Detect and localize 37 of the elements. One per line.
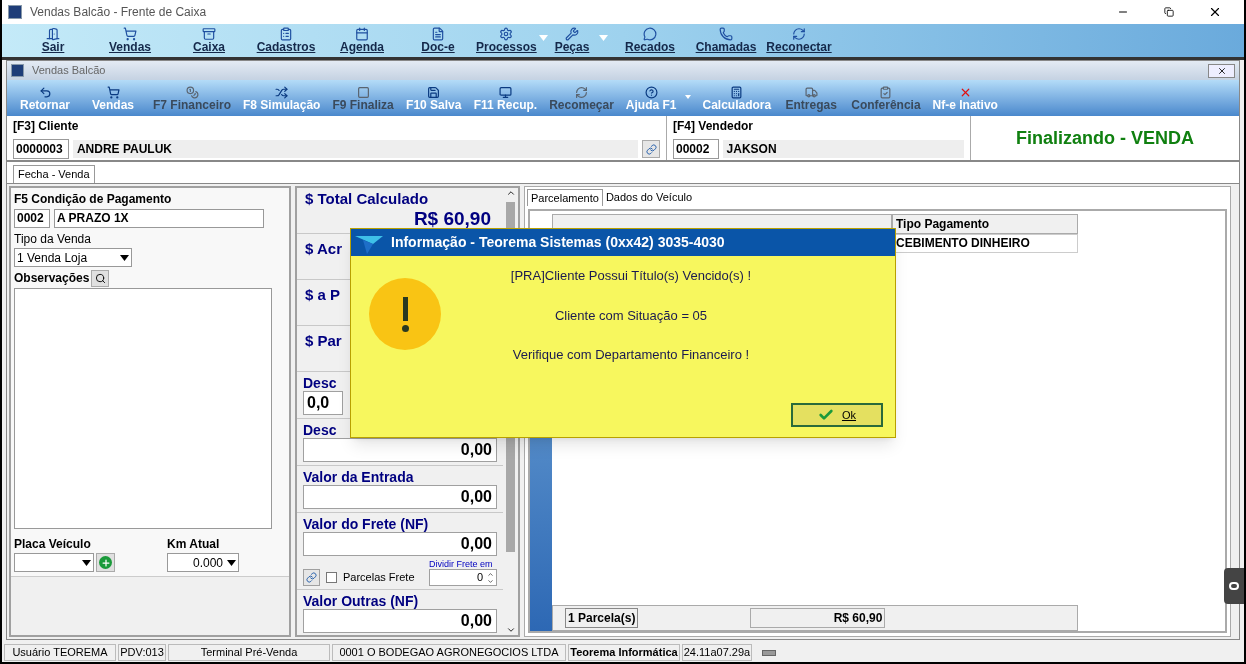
status-item: Terminal Pré-Venda bbox=[168, 644, 330, 661]
amount-label: Desc bbox=[303, 375, 338, 391]
amount-label: Valor do Frete (NF) bbox=[303, 516, 430, 532]
client-name-field: ANDRE PAULUK bbox=[72, 140, 639, 158]
km-label: Km Atual bbox=[167, 536, 221, 553]
split-label: Dividir Frete em bbox=[429, 559, 493, 569]
notes-label: Observações bbox=[14, 270, 90, 287]
seller-label: [F4] Vendedor bbox=[673, 118, 754, 135]
dialog-title: Informação - Teorema Sistemas (0xx42) 3035-4030 bbox=[391, 233, 725, 252]
column-header: Tipo Pagamento bbox=[892, 214, 1078, 234]
amount-label: $ Par bbox=[305, 332, 342, 349]
amount-label: Valor da Entrada bbox=[303, 469, 415, 485]
amount-label: Valor Outras (NF) bbox=[303, 593, 420, 609]
installment-count: 1 Parcela(s) bbox=[565, 608, 639, 628]
status-item: Usuário TEOREMA bbox=[4, 644, 116, 661]
dialog-message: Cliente com Situação = 05 bbox=[554, 306, 708, 325]
status-item: Teorema Informática bbox=[568, 644, 680, 661]
status-item: PDV:013 bbox=[118, 644, 166, 661]
client-label: [F3] Cliente bbox=[13, 118, 80, 135]
plate-label: Placa Veículo bbox=[14, 536, 92, 553]
dialog-message: [PRA]Cliente Possui Título(s) Vencido(s) ! bbox=[510, 267, 752, 285]
checkbox-label: Parcelas Frete bbox=[343, 569, 415, 585]
installment-total: R$ 60,90 bbox=[750, 608, 886, 628]
dialog-message: Verifique com Departamento Financeiro ! bbox=[512, 346, 750, 364]
status-item: 0001 O BODEGAO AGRONEGOCIOS LTDA bbox=[332, 644, 566, 661]
inner-window-title: Vendas Balcão bbox=[32, 63, 106, 79]
status-title: Finalizando - VENDA bbox=[1016, 126, 1194, 150]
status-item: 24.11a07.29a bbox=[682, 644, 752, 661]
seller-name-field: JAKSON bbox=[722, 140, 964, 158]
payment-label: F5 Condição de Pagamento bbox=[14, 191, 173, 208]
total-label: $ Total Calculado bbox=[305, 190, 430, 208]
sale-type-label: Tipo da Venda bbox=[14, 231, 92, 248]
amount-label: $ a P bbox=[305, 286, 341, 303]
total-value: R$ 60,90 bbox=[413, 208, 492, 230]
window-title: Vendas Balcão - Frente de Caixa bbox=[30, 4, 207, 21]
amount-label: Desc bbox=[303, 422, 338, 438]
amount-label: $ Acr bbox=[305, 240, 342, 257]
